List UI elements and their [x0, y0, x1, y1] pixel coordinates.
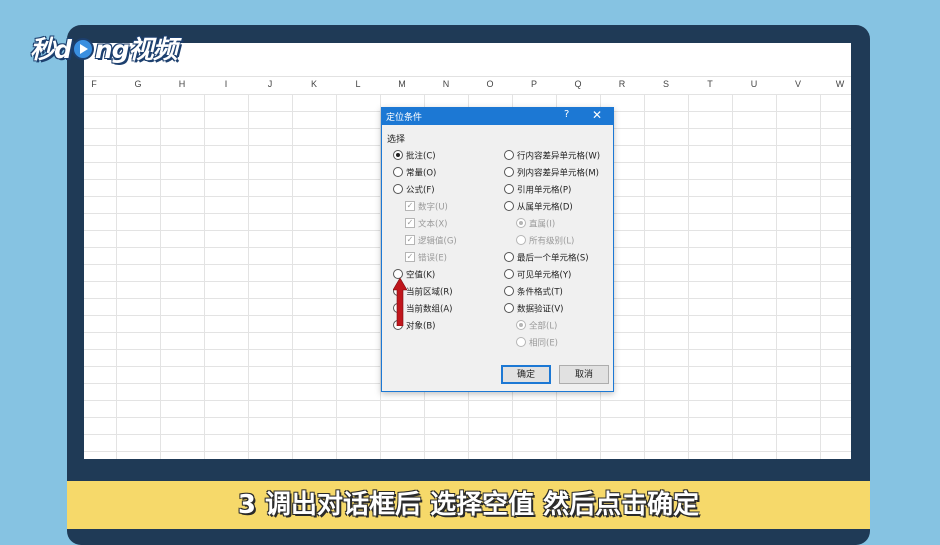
column-header[interactable]: G: [116, 79, 160, 89]
logo: 秒d ng视频: [30, 30, 178, 66]
option-formulas[interactable]: 公式(F): [393, 184, 435, 197]
checkbox-icon: ✓: [405, 201, 415, 211]
caption-bar: 3 调出对话框后 选择空值 然后点击确定: [67, 481, 870, 529]
option-label: 最后一个单元格(S): [517, 253, 589, 264]
option-label: 条件格式(T): [517, 287, 563, 298]
option-label: 可见单元格(Y): [517, 270, 572, 281]
radio-icon: [504, 201, 514, 211]
group-label: 选择: [387, 135, 406, 145]
option-data-validation[interactable]: 数据验证(V): [504, 303, 564, 316]
option-label: 直属(I): [529, 219, 556, 230]
pointer-arrow-icon: [393, 278, 407, 326]
option-label: 全部(L): [529, 321, 558, 332]
option-label: 数字(U): [418, 202, 448, 213]
cancel-button[interactable]: 取消: [559, 365, 609, 384]
option-row-differences[interactable]: 行内容差异单元格(W): [504, 150, 601, 163]
radio-icon: [393, 150, 403, 160]
option-dependents[interactable]: 从属单元格(D): [504, 201, 573, 214]
radio-icon: [504, 269, 514, 279]
column-header[interactable]: U: [732, 79, 776, 89]
column-header[interactable]: R: [600, 79, 644, 89]
logo-suffix: ng视频: [94, 35, 178, 64]
option-all-levels: 所有级别(L): [516, 235, 575, 248]
play-icon: [71, 38, 94, 60]
option-label: 公式(F): [406, 185, 435, 196]
column-header[interactable]: H: [160, 79, 204, 89]
option-label: 批注(C): [406, 151, 436, 162]
checkbox-icon: ✓: [405, 235, 415, 245]
column-header-row: F G H I J K L M N O P Q R S T U V W: [84, 76, 851, 95]
option-direct-only: 直属(I): [516, 218, 556, 231]
checkbox-icon: ✓: [405, 218, 415, 228]
option-validation-same: 相同(E): [516, 337, 559, 350]
option-conditional-formats[interactable]: 条件格式(T): [504, 286, 563, 299]
column-header[interactable]: K: [292, 79, 336, 89]
check-logicals: ✓ 逻辑值(G): [405, 235, 457, 248]
option-label: 文本(X): [418, 219, 448, 230]
option-precedents[interactable]: 引用单元格(P): [504, 184, 572, 197]
ok-button[interactable]: 确定: [501, 365, 551, 384]
column-header[interactable]: W: [818, 79, 851, 89]
option-validation-all: 全部(L): [516, 320, 558, 333]
radio-icon: [516, 320, 526, 330]
option-label: 列内容差异单元格(M): [517, 168, 599, 179]
option-constants[interactable]: 常量(O): [393, 167, 437, 180]
option-comments[interactable]: 批注(C): [393, 150, 436, 163]
option-label: 空值(K): [406, 270, 436, 281]
column-header[interactable]: S: [644, 79, 688, 89]
option-label: 错误(E): [418, 253, 448, 264]
option-label: 数据验证(V): [517, 304, 564, 315]
column-header[interactable]: F: [84, 79, 116, 89]
radio-icon: [504, 150, 514, 160]
check-numbers: ✓ 数字(U): [405, 201, 448, 214]
column-header[interactable]: P: [512, 79, 556, 89]
option-label: 相同(E): [529, 338, 559, 349]
radio-icon: [516, 337, 526, 347]
column-header[interactable]: L: [336, 79, 380, 89]
option-label: 当前数组(A): [406, 304, 453, 315]
column-header[interactable]: Q: [556, 79, 600, 89]
dialog-titlebar: 定位条件 ? ✕: [382, 108, 613, 125]
column-header[interactable]: O: [468, 79, 512, 89]
radio-icon: [393, 167, 403, 177]
option-label: 当前区域(R): [406, 287, 453, 298]
logo-prefix: 秒d: [30, 35, 72, 64]
column-header[interactable]: M: [380, 79, 424, 89]
close-icon[interactable]: ✕: [592, 108, 602, 122]
option-label: 所有级别(L): [529, 236, 575, 247]
option-label: 对象(B): [406, 321, 436, 332]
radio-icon: [504, 184, 514, 194]
radio-icon: [516, 235, 526, 245]
check-errors: ✓ 错误(E): [405, 252, 448, 265]
dialog-title: 定位条件: [386, 113, 423, 123]
column-header[interactable]: J: [248, 79, 292, 89]
option-label: 常量(O): [406, 168, 437, 179]
caption-text: 3 调出对话框后 选择空值 然后点击确定: [237, 490, 700, 520]
option-label: 逻辑值(G): [418, 236, 457, 247]
option-label: 行内容差异单元格(W): [517, 151, 601, 162]
option-column-differences[interactable]: 列内容差异单元格(M): [504, 167, 599, 180]
check-text: ✓ 文本(X): [405, 218, 448, 231]
column-header[interactable]: N: [424, 79, 468, 89]
help-icon[interactable]: ?: [564, 109, 569, 120]
radio-icon: [504, 252, 514, 262]
option-label: 引用单元格(P): [517, 185, 572, 196]
option-visible-cells[interactable]: 可见单元格(Y): [504, 269, 572, 282]
radio-icon: [393, 184, 403, 194]
radio-icon: [504, 303, 514, 313]
column-header[interactable]: V: [776, 79, 820, 89]
checkbox-icon: ✓: [405, 252, 415, 262]
radio-icon: [504, 167, 514, 177]
go-to-special-dialog: 定位条件 ? ✕ 选择 批注(C) 常量(O) 公式(F) ✓ 数字(U) ✓ 文本…: [381, 107, 614, 392]
column-header[interactable]: I: [204, 79, 248, 89]
column-header[interactable]: T: [688, 79, 732, 89]
radio-icon: [516, 218, 526, 228]
option-last-cell[interactable]: 最后一个单元格(S): [504, 252, 589, 265]
option-label: 从属单元格(D): [517, 202, 573, 213]
radio-icon: [504, 286, 514, 296]
